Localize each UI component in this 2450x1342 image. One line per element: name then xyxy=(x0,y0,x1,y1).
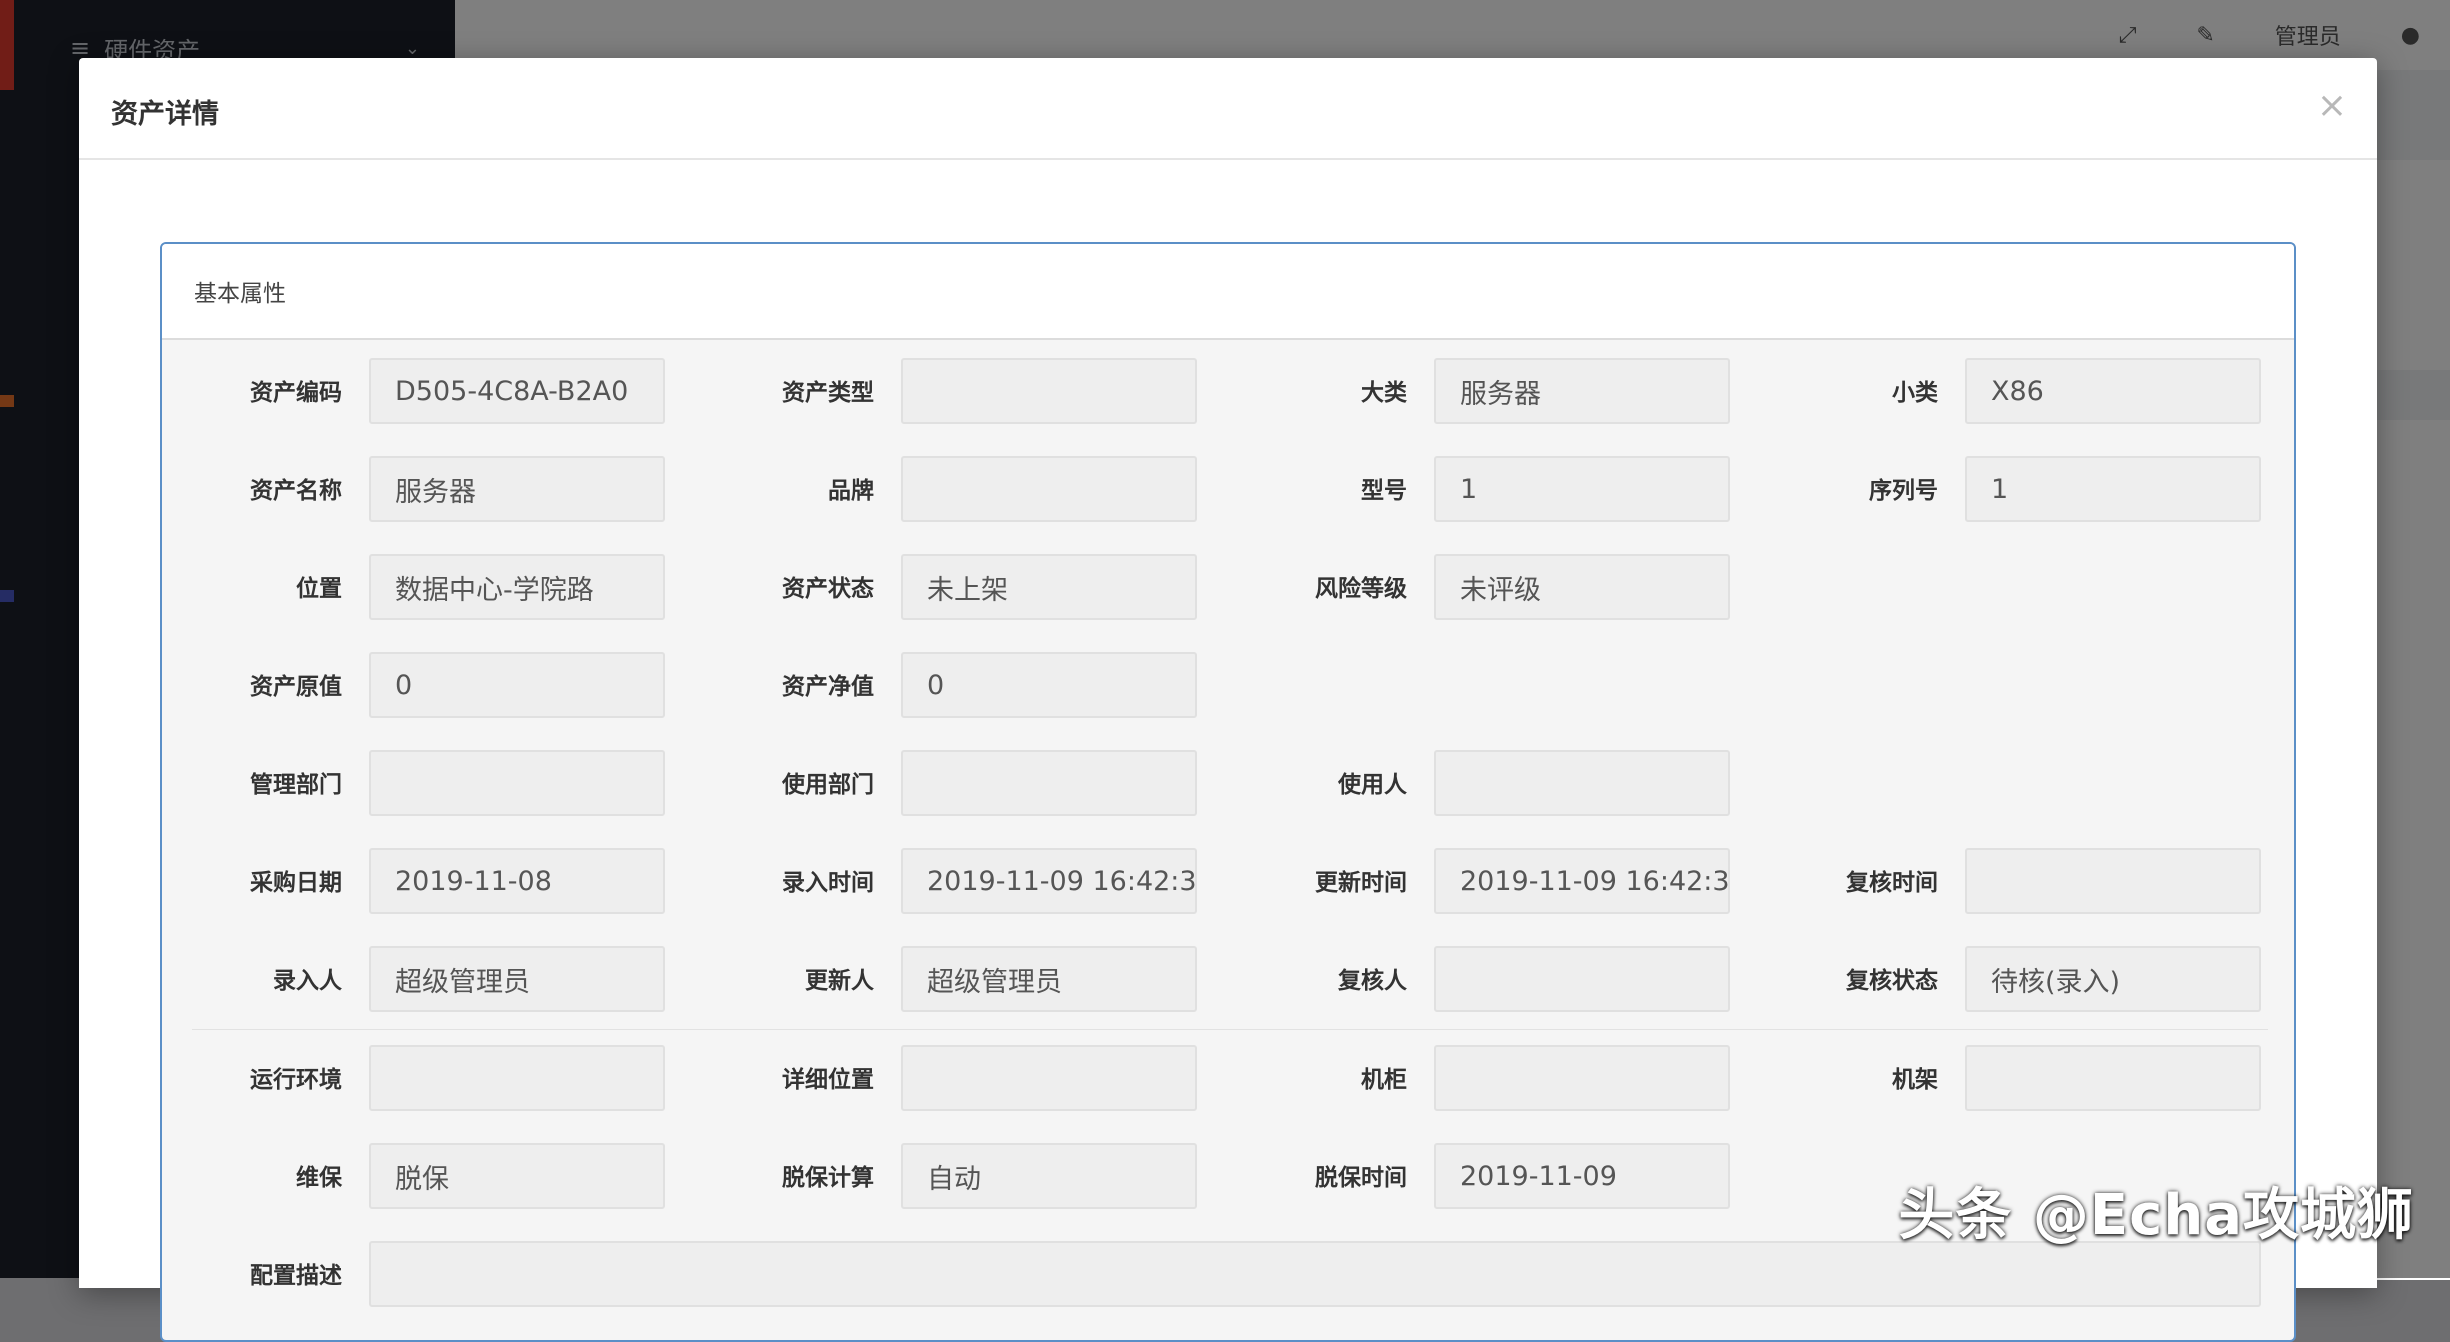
asset-type-field[interactable] xyxy=(901,358,1197,424)
net-value-field[interactable]: 0 xyxy=(901,652,1197,718)
asset-name-label: 资产名称 xyxy=(250,478,342,504)
config-desc-label: 配置描述 xyxy=(250,1263,342,1289)
form-row: 采购日期 2019-11-08 录入时间 2019-11-09 16:42:3 … xyxy=(162,845,2294,915)
environment-label: 运行环境 xyxy=(250,1067,342,1093)
user-field[interactable] xyxy=(1434,750,1730,816)
status-label: 资产状态 xyxy=(782,576,874,602)
risk-field[interactable]: 未评级 xyxy=(1434,554,1730,620)
category-field[interactable]: 服务器 xyxy=(1434,358,1730,424)
asset-code-label: 资产编码 xyxy=(250,380,342,406)
original-value-field[interactable]: 0 xyxy=(369,652,665,718)
asset-type-label: 资产类型 xyxy=(782,380,874,406)
user-label: 使用人 xyxy=(1338,772,1407,798)
reviewer-label: 复核人 xyxy=(1338,968,1407,994)
panel-heading: 基本属性 xyxy=(162,244,2294,340)
updated-by-label: 更新人 xyxy=(805,968,874,994)
warranty-field[interactable]: 脱保 xyxy=(369,1143,665,1209)
warranty-end-label: 脱保时间 xyxy=(1315,1165,1407,1191)
entry-time-label: 录入时间 xyxy=(782,870,874,896)
rack-label: 机架 xyxy=(1892,1067,1938,1093)
review-time-label: 复核时间 xyxy=(1846,870,1938,896)
location-label: 位置 xyxy=(296,576,342,602)
location-field[interactable]: 数据中心-学院路 xyxy=(369,554,665,620)
modal-header: 资产详情 × xyxy=(79,58,2377,160)
detail-location-label: 详细位置 xyxy=(782,1067,874,1093)
subcategory-label: 小类 xyxy=(1892,380,1938,406)
category-label: 大类 xyxy=(1361,380,1407,406)
update-time-field[interactable]: 2019-11-09 16:42:3 xyxy=(1434,848,1730,914)
review-time-field[interactable] xyxy=(1965,848,2261,914)
cabinet-label: 机柜 xyxy=(1361,1067,1407,1093)
form-row: 资产名称 服务器 品牌 型号 1 序列号 1 xyxy=(162,453,2294,523)
subcategory-field[interactable]: X86 xyxy=(1965,358,2261,424)
entry-time-field[interactable]: 2019-11-09 16:42:3 xyxy=(901,848,1197,914)
warranty-calc-label: 脱保计算 xyxy=(782,1165,874,1191)
serial-field[interactable]: 1 xyxy=(1965,456,2261,522)
detail-location-field[interactable] xyxy=(901,1045,1197,1111)
brand-label: 品牌 xyxy=(828,478,874,504)
entered-by-field[interactable]: 超级管理员 xyxy=(369,946,665,1012)
use-dept-label: 使用部门 xyxy=(782,772,874,798)
modal-title: 资产详情 xyxy=(111,99,219,130)
warranty-calc-field[interactable]: 自动 xyxy=(901,1143,1197,1209)
asset-code-field[interactable]: D505-4C8A-B2A0 xyxy=(369,358,665,424)
model-label: 型号 xyxy=(1361,478,1407,504)
form-row: 管理部门 使用部门 使用人 xyxy=(162,747,2294,817)
review-status-label: 复核状态 xyxy=(1846,968,1938,994)
review-status-field[interactable]: 待核(录入) xyxy=(1965,946,2261,1012)
purchase-date-field[interactable]: 2019-11-08 xyxy=(369,848,665,914)
form-row: 资产编码 D505-4C8A-B2A0 资产类型 大类 服务器 小类 X86 xyxy=(162,355,2294,425)
status-field[interactable]: 未上架 xyxy=(901,554,1197,620)
entered-by-label: 录入人 xyxy=(273,968,342,994)
mgmt-dept-field[interactable] xyxy=(369,750,665,816)
purchase-date-label: 采购日期 xyxy=(250,870,342,896)
model-field[interactable]: 1 xyxy=(1434,456,1730,522)
warranty-end-field[interactable]: 2019-11-09 xyxy=(1434,1143,1730,1209)
asset-name-field[interactable]: 服务器 xyxy=(369,456,665,522)
net-value-label: 资产净值 xyxy=(782,674,874,700)
brand-field[interactable] xyxy=(901,456,1197,522)
form-row: 位置 数据中心-学院路 资产状态 未上架 风险等级 未评级 xyxy=(162,551,2294,621)
serial-label: 序列号 xyxy=(1869,478,1938,504)
environment-field[interactable] xyxy=(369,1045,665,1111)
watermark-text: 头条 @Echa攻城狮 xyxy=(1898,1183,2414,1248)
update-time-label: 更新时间 xyxy=(1315,870,1407,896)
reviewer-field[interactable] xyxy=(1434,946,1730,1012)
mgmt-dept-label: 管理部门 xyxy=(250,772,342,798)
cabinet-field[interactable] xyxy=(1434,1045,1730,1111)
updated-by-field[interactable]: 超级管理员 xyxy=(901,946,1197,1012)
use-dept-field[interactable] xyxy=(901,750,1197,816)
asset-detail-modal: 资产详情 × 基本属性 资产编码 D505-4C8A-B2A0 资产类型 大类 … xyxy=(79,58,2377,1342)
rack-field[interactable] xyxy=(1965,1045,2261,1111)
form-row: 运行环境 详细位置 机柜 机架 xyxy=(162,1029,2294,1112)
form-row: 资产原值 0 资产净值 0 xyxy=(162,649,2294,719)
risk-label: 风险等级 xyxy=(1315,576,1407,602)
original-value-label: 资产原值 xyxy=(250,674,342,700)
close-icon[interactable]: × xyxy=(2317,88,2347,124)
warranty-label: 维保 xyxy=(296,1165,342,1191)
form-row: 录入人 超级管理员 更新人 超级管理员 复核人 复核状态 待核(录入) xyxy=(162,943,2294,1013)
